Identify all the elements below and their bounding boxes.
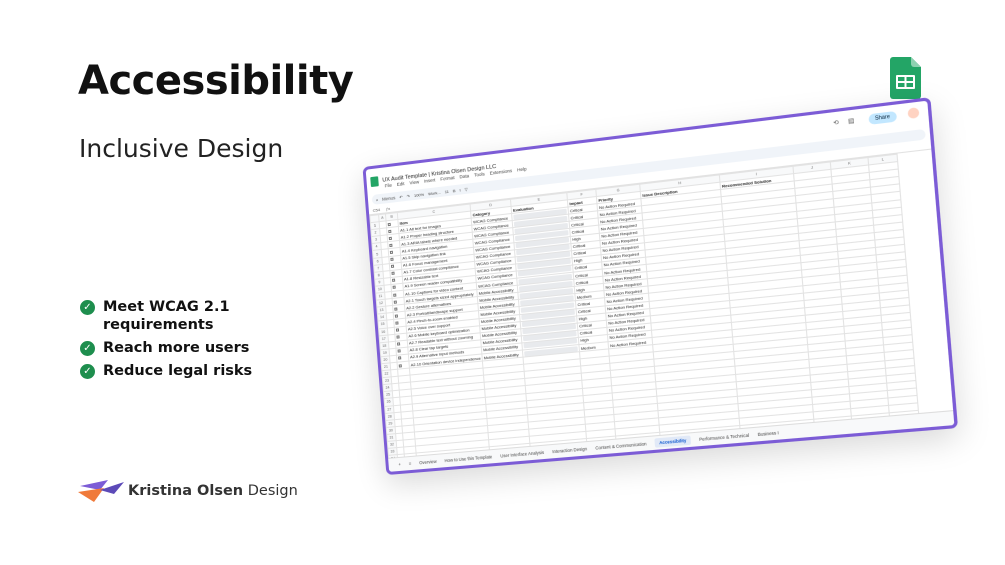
menu-format[interactable]: Format — [440, 175, 455, 182]
item-id: A2.8 — [409, 346, 418, 353]
item-id: A1.3 — [401, 240, 410, 247]
fx-icon: ƒx — [385, 205, 391, 212]
brand-name-regular: Design — [247, 483, 298, 499]
benefit-text: Reach more users — [103, 340, 250, 356]
menu-tools[interactable]: Tools — [474, 171, 485, 177]
benefit-item: ✓ Reduce legal risks — [80, 362, 253, 380]
item-id: A2.3 — [406, 311, 416, 318]
checkmark-icon: ✓ — [80, 341, 95, 356]
menu-data[interactable]: Data — [459, 173, 469, 179]
slide-subtitle: Inclusive Design — [79, 134, 284, 163]
item-id: A1.8 — [403, 276, 413, 282]
item-id: A1.9 — [404, 283, 413, 290]
sheet-tab[interactable]: Accessibility — [654, 435, 691, 448]
item-id: A2.4 — [407, 318, 416, 325]
item-id: A1.2 — [400, 233, 410, 240]
history-icon[interactable]: ⟲ — [833, 119, 839, 127]
sheets-doc-icon — [370, 176, 379, 188]
sheet-tab[interactable]: User Interface Analysis — [500, 450, 544, 459]
item-id: A1.6 — [402, 261, 412, 268]
item-id: A2.5 — [407, 325, 417, 332]
menu-view[interactable]: View — [409, 179, 419, 185]
checkbox[interactable] — [393, 300, 397, 304]
brand-mark-icon — [78, 480, 124, 502]
cell-reference[interactable]: C54 — [373, 207, 381, 213]
font-size-input[interactable]: 11 — [444, 188, 449, 194]
item-id: A2.9 — [409, 354, 419, 360]
checkbox[interactable] — [392, 286, 396, 290]
checkmark-icon: ✓ — [80, 300, 95, 315]
item-id: A2.10 — [410, 360, 422, 367]
google-sheets-icon — [890, 57, 921, 99]
checkbox[interactable] — [397, 342, 401, 346]
checkbox[interactable] — [395, 328, 400, 332]
checkbox[interactable] — [393, 293, 397, 297]
checkbox[interactable] — [390, 257, 394, 262]
brand-name-bold: Kristina Olsen — [128, 483, 244, 499]
checkbox[interactable] — [387, 222, 391, 226]
slide-title: Accessibility — [78, 58, 354, 104]
search-icon[interactable]: ⌕ — [376, 197, 379, 202]
checkbox[interactable] — [392, 278, 396, 283]
menu-insert[interactable]: Insert — [424, 177, 436, 183]
filter-icon[interactable]: ▽ — [464, 186, 467, 191]
sheet-tab[interactable]: Content & Communication — [595, 441, 647, 450]
italic-icon[interactable]: I — [459, 187, 461, 192]
benefit-list: ✓ Meet WCAG 2.1 requirements ✓ Reach more … — [80, 298, 253, 385]
add-sheet-icon[interactable]: + — [398, 462, 401, 467]
all-sheets-icon[interactable]: ≡ — [409, 461, 412, 466]
item-id: A2.1 — [405, 297, 415, 304]
checkbox[interactable] — [398, 363, 402, 368]
bold-icon[interactable]: B — [453, 188, 456, 193]
checkbox[interactable] — [397, 349, 401, 353]
search-menus[interactable]: Menus — [382, 195, 396, 202]
spreadsheet-window: UX Audit Template | Kristina Olsen Desig… — [362, 97, 959, 476]
spreadsheet-screenshot: UX Audit Template | Kristina Olsen Desig… — [362, 95, 974, 495]
menu-file[interactable]: File — [385, 183, 393, 189]
checkbox[interactable] — [395, 321, 399, 325]
checkbox[interactable] — [394, 307, 398, 311]
share-button[interactable]: Share — [867, 110, 898, 125]
font-select[interactable]: Work... — [428, 189, 441, 195]
checkbox[interactable] — [394, 314, 398, 318]
item-id: A1.4 — [401, 247, 411, 254]
checkmark-icon: ✓ — [80, 364, 95, 379]
item-id: A2.7 — [408, 339, 418, 346]
checkbox[interactable] — [390, 264, 395, 269]
item-id: A1.5 — [402, 254, 411, 261]
item-id: A1.7 — [403, 269, 412, 275]
checkbox[interactable] — [388, 236, 392, 240]
avatar[interactable] — [907, 107, 920, 120]
benefit-item: ✓ Meet WCAG 2.1 requirements — [80, 298, 253, 334]
sheet-tab[interactable]: Interaction Design — [552, 446, 587, 454]
checkbox[interactable] — [396, 335, 400, 339]
checkbox[interactable] — [398, 356, 402, 361]
brand-logo: Kristina Olsen Design — [78, 478, 298, 504]
benefit-text: Reduce legal risks — [103, 363, 253, 379]
undo-icon[interactable]: ↶ — [399, 194, 403, 199]
brand-name: Kristina Olsen Design — [128, 483, 298, 499]
sheet-tab[interactable]: How to Use this Template — [444, 454, 492, 463]
comment-icon[interactable]: ▤ — [848, 117, 855, 125]
item-id: A2.6 — [408, 332, 417, 339]
benefit-item: ✓ Reach more users — [80, 339, 253, 357]
sheet-tab[interactable]: Overview — [419, 459, 437, 465]
menu-edit[interactable]: Edit — [397, 181, 405, 187]
item-id: A2.2 — [406, 304, 415, 311]
menu-help[interactable]: Help — [517, 166, 527, 172]
redo-icon[interactable]: ↷ — [406, 193, 410, 198]
checkbox[interactable] — [389, 243, 393, 247]
sheet-tab[interactable]: Performance & Technical — [699, 433, 749, 442]
checkbox[interactable] — [391, 271, 395, 276]
checkbox[interactable] — [389, 250, 394, 255]
checkbox[interactable] — [388, 229, 392, 233]
zoom-select[interactable]: 100% — [414, 191, 425, 197]
benefit-text: Meet WCAG 2.1 requirements — [103, 299, 230, 333]
sheet-tab[interactable]: Business I — [758, 430, 779, 437]
item-id: A1.1 — [399, 226, 409, 233]
